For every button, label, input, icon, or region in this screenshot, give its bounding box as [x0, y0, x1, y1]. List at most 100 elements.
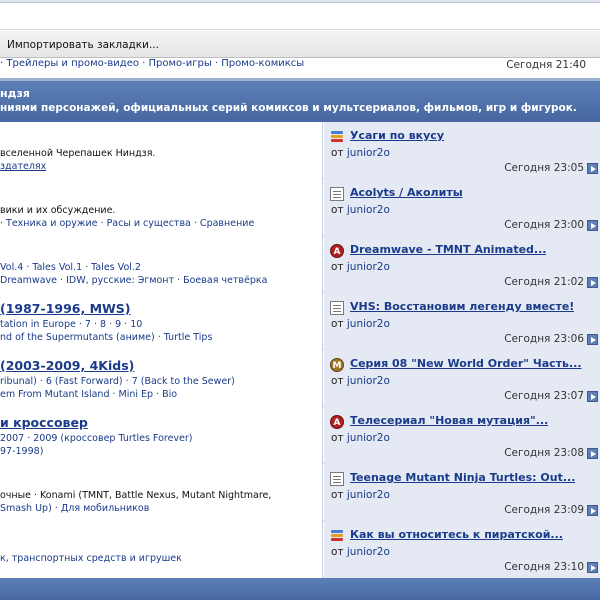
- forum-info: (1987-1996, MWS) tation in Europe · 7 · …: [0, 293, 323, 350]
- last-post-cell: VHS: Восстановим легенду вместе! от juni…: [324, 293, 600, 350]
- import-bookmarks-link[interactable]: Импортировать закладки...: [7, 39, 159, 51]
- a-badge-icon: A: [330, 244, 344, 258]
- user-link[interactable]: junior2o: [347, 204, 390, 216]
- forum-sublinks[interactable]: 2007 · 2009 (кроссовер Turtles Forever): [0, 433, 193, 444]
- forum-row: (1987-1996, MWS) tation in Europe · 7 · …: [0, 293, 600, 350]
- last-post-cell: A Dreamwave - TMNT Animated... от junior…: [324, 236, 600, 293]
- user-link[interactable]: junior2o: [347, 432, 390, 444]
- forum-info: вики и их обсуждение. · Техника и оружие…: [0, 179, 323, 236]
- last-post-link[interactable]: Усаги по вкусу: [350, 129, 444, 142]
- forum-sublinks-2[interactable]: Dreamwave · IDW, русские: Эгмонт · Боева…: [0, 275, 267, 286]
- forum-row: и кроссовер 2007 · 2009 (кроссовер Turtl…: [0, 407, 600, 464]
- browser-tab-strip: [0, 0, 600, 30]
- last-post-time: Сегодня 23:05: [504, 162, 584, 174]
- forum-sublinks[interactable]: к, транспортных средств и игрушек: [0, 553, 182, 564]
- forum-description: вики и их обсуждение.: [0, 205, 116, 216]
- go-to-last-post-icon[interactable]: [587, 448, 598, 459]
- forum-row: (2003-2009, 4Kids) ribunal) · 6 (Fast Fo…: [0, 350, 600, 407]
- user-link[interactable]: junior2o: [347, 261, 390, 273]
- forum-sublinks[interactable]: Vol.4 · Tales Vol.1 · Tales Vol.2: [0, 262, 141, 273]
- user-link[interactable]: junior2o: [347, 375, 390, 387]
- forum-title-link[interactable]: (2003-2009, 4Kids): [0, 358, 134, 373]
- last-post-cell: Как вы относитесь к пиратской... от juni…: [324, 521, 600, 578]
- last-post-cell: Teenage Mutant Ninja Turtles: Out... от …: [324, 464, 600, 521]
- last-post-author: от junior2o: [331, 204, 390, 216]
- previous-forum-row: · Трейлеры и промо-видео · Промо-игры · …: [0, 58, 600, 78]
- category-header: ндзя ниями персонажей, официальных серий…: [0, 78, 600, 122]
- last-post-time: Сегодня 23:10: [504, 561, 584, 573]
- last-post-author: от junior2o: [331, 432, 390, 444]
- forum-sublinks-2[interactable]: nd of the Supermutants (аниме) · Turtle …: [0, 332, 212, 343]
- last-post-time: Сегодня 23:07: [504, 390, 584, 402]
- forum-sublinks[interactable]: ribunal) · 6 (Fast Forward) · 7 (Back to…: [0, 376, 235, 387]
- go-to-last-post-icon[interactable]: [587, 562, 598, 573]
- forum-row: вселенной Черепашек Ниндзя. здателях Уса…: [0, 122, 600, 179]
- forum-row: вики и их обсуждение. · Техника и оружие…: [0, 179, 600, 236]
- last-post-cell: M Серия 08 "New World Order" Часть... от…: [324, 350, 600, 407]
- last-post-time: Сегодня 21:40: [506, 59, 586, 71]
- document-icon: [330, 187, 344, 201]
- go-to-last-post-icon[interactable]: [587, 334, 598, 345]
- document-icon: [330, 301, 344, 315]
- last-post-link[interactable]: Teenage Mutant Ninja Turtles: Out...: [350, 471, 575, 484]
- forum-sublinks[interactable]: tation in Europe · 7 · 8 · 9 · 10: [0, 319, 142, 330]
- category-description: ниями персонажей, официальных серий коми…: [0, 102, 577, 114]
- bookmarks-toolbar: Импортировать закладки...: [0, 31, 600, 58]
- last-post-time: Сегодня 23:08: [504, 447, 584, 459]
- forum-sublinks[interactable]: здателях: [0, 161, 46, 172]
- user-link[interactable]: junior2o: [347, 147, 390, 159]
- last-post-link[interactable]: VHS: Восстановим легенду вместе!: [350, 300, 574, 313]
- last-post-author: от junior2o: [331, 147, 390, 159]
- category-title[interactable]: ндзя: [0, 87, 30, 100]
- last-post-author: от junior2o: [331, 261, 390, 273]
- forum-sublinks-2[interactable]: em From Mutant Island · Mini Ep · Bio: [0, 389, 177, 400]
- forum-info: к, транспортных средств и игрушек: [0, 521, 323, 578]
- forum-sublinks[interactable]: Smash Up) · Для мобильников: [0, 503, 149, 514]
- forum-row: Vol.4 · Tales Vol.1 · Tales Vol.2 Dreamw…: [0, 236, 600, 293]
- go-to-last-post-icon[interactable]: [587, 277, 598, 288]
- forum-description: вселенной Черепашек Ниндзя.: [0, 148, 156, 159]
- last-post-link[interactable]: Как вы относитесь к пиратской...: [350, 528, 563, 541]
- forum-info: Vol.4 · Tales Vol.1 · Tales Vol.2 Dreamw…: [0, 236, 323, 293]
- m-badge-icon: M: [330, 358, 344, 372]
- last-post-link[interactable]: Acolyts / Аколиты: [350, 186, 463, 199]
- bars-icon: [330, 529, 344, 543]
- last-post-author: от junior2o: [331, 489, 390, 501]
- user-link[interactable]: junior2o: [347, 489, 390, 501]
- user-link[interactable]: junior2o: [347, 546, 390, 558]
- forum-sublinks[interactable]: · Техника и оружие · Расы и существа · С…: [0, 218, 254, 229]
- last-post-cell: A Телесериал "Новая мутация"... от junio…: [324, 407, 600, 464]
- forum-row: к, транспортных средств и игрушек Как вы…: [0, 521, 600, 578]
- last-post-time: Сегодня 23:00: [504, 219, 584, 231]
- last-post-time: Сегодня 23:09: [504, 504, 584, 516]
- last-post-time: Сегодня 23:06: [504, 333, 584, 345]
- go-to-last-post-icon[interactable]: [587, 391, 598, 402]
- bars-icon: [330, 130, 344, 144]
- last-post-time: Сегодня 21:02: [504, 276, 584, 288]
- forum-title-link[interactable]: (1987-1996, MWS): [0, 301, 131, 316]
- last-post-author: от junior2o: [331, 375, 390, 387]
- last-post-link[interactable]: Серия 08 "New World Order" Часть...: [350, 357, 582, 370]
- category-footer-bar: [0, 578, 600, 600]
- forum-title-link[interactable]: и кроссовер: [0, 415, 88, 430]
- subforum-links[interactable]: · Трейлеры и промо-видео · Промо-игры · …: [0, 58, 304, 69]
- last-post-author: от junior2o: [331, 318, 390, 330]
- forum-info: (2003-2009, 4Kids) ribunal) · 6 (Fast Fo…: [0, 350, 323, 407]
- forum-description: очные · Konami (TMNT, Battle Nexus, Muta…: [0, 490, 272, 501]
- forum-row: очные · Konami (TMNT, Battle Nexus, Muta…: [0, 464, 600, 521]
- last-post-cell: Acolyts / Аколиты от junior2o Сегодня 23…: [324, 179, 600, 236]
- user-link[interactable]: junior2o: [347, 318, 390, 330]
- a-badge-icon: A: [330, 415, 344, 429]
- last-post-link[interactable]: Dreamwave - TMNT Animated...: [350, 243, 546, 256]
- go-to-last-post-icon[interactable]: [587, 505, 598, 516]
- document-icon: [330, 472, 344, 486]
- last-post-cell: Усаги по вкусу от junior2o Сегодня 23:05: [324, 122, 600, 179]
- go-to-last-post-icon[interactable]: [587, 163, 598, 174]
- forum-info: и кроссовер 2007 · 2009 (кроссовер Turtl…: [0, 407, 323, 464]
- forum-sublinks-2[interactable]: 97-1998): [0, 446, 43, 457]
- tab-edge: [0, 0, 600, 3]
- forum-info: вселенной Черепашек Ниндзя. здателях: [0, 122, 323, 179]
- go-to-last-post-icon[interactable]: [587, 220, 598, 231]
- forum-info: очные · Konami (TMNT, Battle Nexus, Muta…: [0, 464, 323, 521]
- last-post-link[interactable]: Телесериал "Новая мутация"...: [350, 414, 548, 427]
